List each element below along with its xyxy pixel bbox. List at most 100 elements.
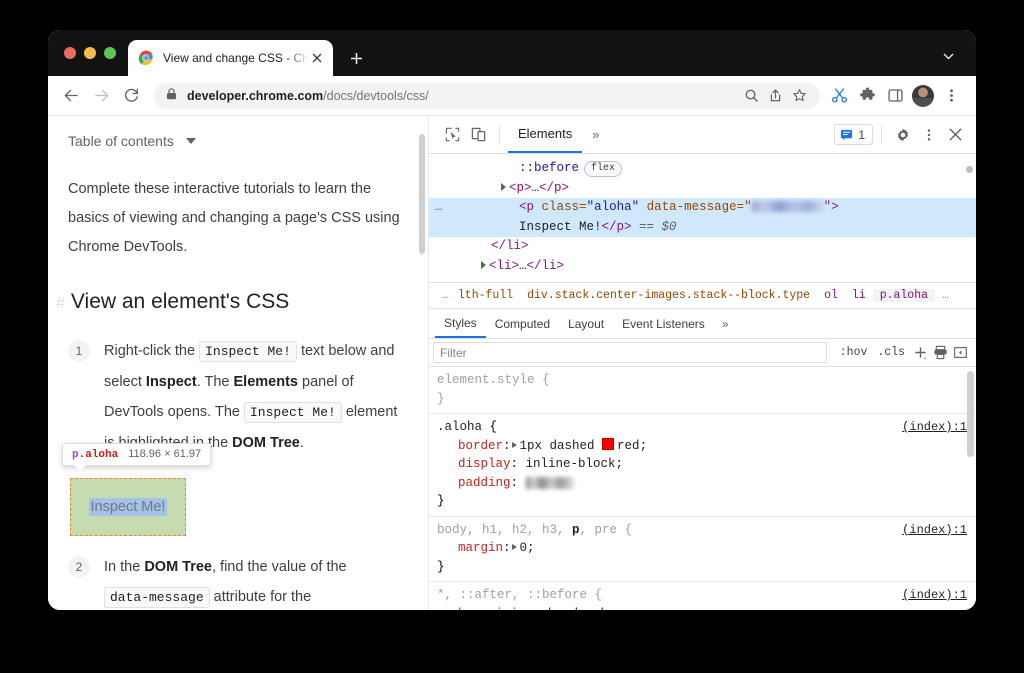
new-tab-button[interactable] [344,46,368,70]
filter-input[interactable]: Filter [433,342,827,363]
side-panel-icon[interactable] [882,83,908,109]
dom-node-before[interactable]: ::before flex [429,159,976,179]
node-more-icon[interactable]: … [435,198,444,218]
bookmark-star-icon[interactable] [788,85,810,107]
css-rule-aloha[interactable]: .aloha { (index):1 border: 1px dashed red… [429,414,976,517]
tab-styles[interactable]: Styles [435,309,486,338]
css-selector[interactable]: body, h1, h2, h3, p, pre [437,523,617,537]
more-panels-icon[interactable]: » [582,127,609,142]
browser-tab[interactable]: View and change CSS - Chrom [128,40,333,76]
css-rule-body-headings[interactable]: body, h1, h2, h3, p, pre { (index):1 mar… [429,517,976,582]
css-pane-scrollbar[interactable] [967,371,974,457]
avatar[interactable] [910,83,936,109]
breadcrumb-item-li[interactable]: li [845,289,873,302]
status-badge[interactable]: 1 [834,124,873,145]
hov-toggle[interactable]: :hov [835,346,873,359]
dom-attr-name[interactable]: class [542,200,580,214]
color-swatch[interactable] [602,437,615,450]
reload-button[interactable] [118,83,144,109]
table-of-contents-toggle[interactable]: Table of contents [68,133,402,149]
maximize-window-button[interactable] [104,47,116,59]
tab-elements[interactable]: Elements [508,116,583,153]
css-origin-link[interactable]: (index):1 [902,586,967,605]
tab-layout[interactable]: Layout [559,309,613,338]
css-rules-list[interactable]: element.style { } .aloha { (index):1 bor… [429,367,976,610]
inspect-cursor-icon[interactable] [439,122,465,148]
css-value[interactable]: border-box [548,607,623,611]
dom-ellipsis: … [531,180,540,195]
kebab-menu-icon[interactable] [938,83,964,109]
breadcrumb-item-ol[interactable]: ol [817,289,845,302]
expand-triangle-icon[interactable] [511,544,517,550]
device-toggle-icon[interactable] [465,122,491,148]
css-declaration[interactable]: padding: [437,474,968,493]
search-icon[interactable] [740,85,762,107]
plus-icon[interactable] [910,343,930,363]
back-button[interactable] [58,83,84,109]
address-bar[interactable]: developer.chrome.com/docs/devtools/css/ [154,82,820,109]
share-icon[interactable] [764,85,786,107]
css-value[interactable]: 1px dashed [520,439,603,453]
css-value[interactable]: inline-block [526,457,616,471]
breadcrumb-item-div[interactable]: div.stack.center-images.stack--block.typ… [520,289,817,302]
css-value[interactable]: 0 [520,541,528,555]
dom-text-node[interactable]: Inspect Me! [519,220,602,234]
tab-strip: View and change CSS - Chrom [48,30,976,76]
css-value-color-name[interactable]: red [617,439,640,453]
flex-badge[interactable]: flex [584,161,623,177]
expand-triangle-icon[interactable] [481,261,486,270]
css-value-redacted[interactable] [525,476,574,489]
kebab-menu-icon[interactable] [916,122,942,148]
inspect-me-box[interactable]: Inspect Me! [70,478,186,536]
css-property[interactable]: padding [458,476,511,490]
dom-attr-name[interactable]: data-message [647,200,737,214]
css-declaration[interactable]: box-sizing: border-box; [437,605,968,611]
tab-computed[interactable]: Computed [486,309,559,338]
css-declaration[interactable]: display: inline-block; [437,455,968,474]
css-property[interactable]: box-sizing [458,607,533,611]
expand-triangle-icon[interactable] [511,441,517,448]
css-property[interactable]: margin [458,541,503,555]
scissors-icon[interactable] [826,83,852,109]
expand-triangle-icon[interactable] [501,183,506,192]
dom-node-li-collapsed[interactable]: <li>…</li> [429,257,976,277]
emphasis-text: Inspect [145,374,197,390]
css-property[interactable]: display [458,457,511,471]
breadcrumb-item-selected[interactable]: p.aloha [872,289,936,302]
gear-icon[interactable] [890,122,916,148]
dom-node-p-collapsed[interactable]: <p>…</p> [429,179,976,199]
css-rule-element-style[interactable]: element.style { } [429,367,976,414]
page-scrollbar[interactable] [419,134,425,254]
breadcrumb-overflow-right[interactable]: … [935,289,957,302]
inspected-element-demo[interactable]: p.aloha 118.96 × 61.97 Inspect Me! [62,443,402,536]
css-selector[interactable]: .aloha [437,420,482,434]
toggle-sidebar-icon[interactable] [950,343,970,363]
css-rule-universal[interactable]: *, ::after, ::before { (index):1 box-siz… [429,582,976,610]
dom-tree-scrollbar[interactable] [966,166,973,173]
breadcrumb-item-clipped[interactable]: lth-full [451,289,520,302]
dom-attr-value[interactable]: "aloha" [587,200,640,214]
css-origin-link[interactable]: (index):1 [902,521,967,540]
css-declaration[interactable]: border: 1px dashed red; [437,437,968,456]
minimize-window-button[interactable] [84,47,96,59]
dom-node-li-close[interactable]: </li> [429,237,976,257]
css-origin-link[interactable]: (index):1 [902,418,967,437]
close-tab-icon[interactable] [309,50,325,66]
dom-attr-value-redacted[interactable] [751,201,824,212]
tab-event-listeners[interactable]: Event Listeners [613,309,714,338]
tab-search-chevron-down-icon[interactable] [938,46,958,66]
css-property[interactable]: border [458,439,503,453]
extensions-puzzle-icon[interactable] [854,83,880,109]
css-declaration[interactable]: margin: 0; [437,539,968,558]
close-icon[interactable] [942,122,968,148]
css-selector[interactable]: *, ::after, ::before [437,588,587,602]
dom-node-selected[interactable]: … <p class="aloha" data-message=" "> Inspe… [429,198,976,237]
css-selector[interactable]: element.style [437,373,535,387]
css-origin-line: :1 [952,588,967,602]
close-window-button[interactable] [64,47,76,59]
print-media-icon[interactable] [930,343,950,363]
more-styles-tabs-icon[interactable]: » [714,317,737,331]
cls-toggle[interactable]: .cls [872,346,910,359]
dom-tree[interactable]: ::before flex <p>…</p> … <p class="aloha" … [429,154,976,283]
anchor-hash-icon[interactable]: # [56,295,65,313]
